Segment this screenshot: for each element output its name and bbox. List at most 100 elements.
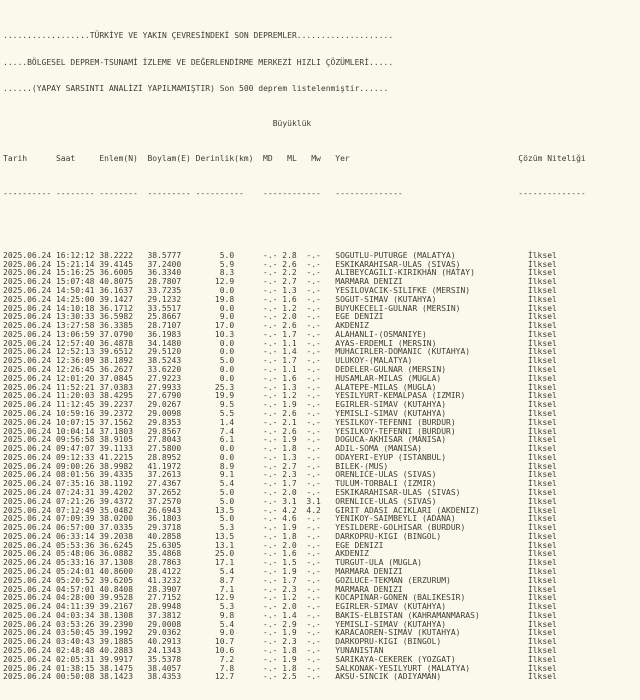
date-cell: 2025.06.24 xyxy=(3,672,52,682)
depth-cell: 5.4 xyxy=(219,619,235,629)
place-cell: DARKOPRU-KIGI (BINGOL) xyxy=(335,531,442,541)
depth-cell: 5.4 xyxy=(219,567,235,576)
earthquake-row: 2025.06.24 04:03:34 38.1308 37.3812 9.8 -.- 1.… xyxy=(3,610,640,621)
mw-cell: -.- xyxy=(306,540,321,550)
latitude-cell: 36.0882 xyxy=(99,549,134,559)
quality-cell: İlksel xyxy=(527,567,557,576)
place-cell: DARKOPRU-KIGI (BINGOL) xyxy=(335,637,442,647)
ml-cell: 2.3 xyxy=(282,584,297,594)
place-cell: MARMARA DENIZI xyxy=(335,567,403,576)
ml-cell: 4.6 xyxy=(282,514,297,524)
ml-cell: 1.2 xyxy=(282,593,297,603)
ml-cell: 1.8 xyxy=(282,531,297,541)
longitude-cell: 26.6943 xyxy=(147,505,182,515)
longitude-cell: 27.7152 xyxy=(147,593,182,603)
ml-cell: 2.3 xyxy=(282,637,297,647)
mw-cell: 4.2 xyxy=(306,505,321,515)
longitude-cell: 28.7863 xyxy=(147,558,182,568)
latitude-cell: 39.1992 xyxy=(99,628,134,638)
md-cell: -.- xyxy=(263,505,278,515)
date-cell: 2025.06.24 xyxy=(3,637,52,647)
place-cell: KOCAPINAR-GONEN (BALIKESIR) xyxy=(335,593,466,603)
longitude-cell: 28.4122 xyxy=(147,567,182,576)
place-cell: YEMISLI-SIMAV (KUTAHYA) xyxy=(335,619,447,629)
ruler-magnitudes: ------------ xyxy=(263,189,321,199)
table-header-ruler: ---------- -------- -------- --------- -----… xyxy=(3,190,640,199)
quality-cell: İlksel xyxy=(527,575,557,585)
mw-cell: -.- xyxy=(306,602,321,612)
ruler-date: ---------- xyxy=(3,189,52,199)
column-header-ml: ML xyxy=(287,154,297,164)
quality-cell: İlksel xyxy=(527,531,557,541)
md-cell: -.- xyxy=(263,654,278,664)
mw-cell: -.- xyxy=(306,593,321,603)
place-cell: SARIKAYA-CEKEREK (YOZGAT) xyxy=(335,654,456,664)
mw-cell: -.- xyxy=(306,523,321,533)
time-cell: 05:48:06 xyxy=(55,549,95,559)
latitude-cell: 40.8600 xyxy=(99,567,134,576)
page-title: ..................TÜRKİYE VE YAKIN ÇEVRE… xyxy=(3,31,394,41)
md-cell: -.- xyxy=(263,619,278,629)
md-cell: -.- xyxy=(263,637,278,647)
table-header-row: Tarih Saat Enlem(N) Boylam(E) Derinlik(km) MD… xyxy=(3,154,640,164)
md-cell: -.- xyxy=(263,663,278,673)
date-cell: 2025.06.24 xyxy=(3,487,52,497)
md-cell: -.- xyxy=(263,549,278,559)
latitude-cell: 39.9917 xyxy=(99,654,134,664)
earthquake-row: 2025.06.24 02:05:31 39.9917 35.5378 7.2 -.- 1.… xyxy=(3,654,640,665)
quality-cell: İlksel xyxy=(527,514,557,524)
md-cell: -.- xyxy=(263,567,278,576)
depth-cell: 5.3 xyxy=(219,602,235,612)
ruler-quality: -------------- xyxy=(518,189,586,199)
md-cell: -.- xyxy=(263,610,278,620)
longitude-cell: 35.5378 xyxy=(147,654,182,664)
depth-cell: 9.8 xyxy=(219,610,235,620)
depth-cell: 5.0 xyxy=(219,487,235,497)
date-cell: 2025.06.24 xyxy=(3,549,52,559)
ml-cell: 3.1 xyxy=(282,496,297,506)
place-cell: ESKIKARAHISAR-ULAS (SIVAS) xyxy=(335,487,461,497)
ml-cell: 1.4 xyxy=(282,610,297,620)
earthquake-row: 2025.06.24 03:53:26 39.2390 29.0008 5.4 -.- 2.… xyxy=(3,619,640,630)
quality-cell: İlksel xyxy=(527,637,557,647)
earthquake-row: 2025.06.24 02:48:48 40.2883 24.1343 10.6 -.- 1… xyxy=(3,646,640,656)
ruler-depth: ---------- xyxy=(195,189,244,199)
earthquake-row: 2025.06.24 05:53:36 36.6245 25.6305 13.1 -.- 2… xyxy=(3,540,640,551)
date-cell: 2025.06.24 xyxy=(3,654,52,664)
md-cell: -.- xyxy=(263,531,278,541)
longitude-cell: 28.3907 xyxy=(147,584,182,594)
time-cell: 05:24:01 xyxy=(55,567,95,576)
depth-cell: 8.7 xyxy=(219,575,235,585)
depth-cell: 7.8 xyxy=(219,663,235,673)
mw-cell: -.- xyxy=(306,514,321,524)
column-header-date: Tarih xyxy=(3,154,28,164)
earthquake-row: 2025.06.24 00:50:08 38.1423 38.4353 12.7 -.- 2… xyxy=(3,673,640,682)
md-cell: -.- xyxy=(263,558,278,568)
latitude-cell: 39.2038 xyxy=(99,531,134,541)
earthquake-row: 2025.06.24 07:24:31 39.4202 37.2652 5.0 -.- 2.… xyxy=(3,487,640,498)
md-cell: -.- xyxy=(263,514,278,524)
depth-cell: 7.1 xyxy=(219,584,235,594)
time-cell: 06:33:14 xyxy=(55,531,95,541)
md-cell: -.- xyxy=(263,646,278,656)
latitude-cell: 38.0200 xyxy=(99,514,134,524)
date-cell: 2025.06.24 xyxy=(3,593,52,603)
quality-cell: İlksel xyxy=(527,619,557,629)
earthquake-row: 2025.06.24 04:28:00 39.9528 27.7152 12.9 -.- 1… xyxy=(3,594,640,603)
place-cell: EGE DENIZI xyxy=(335,540,384,550)
column-header-latitude: Enlem(N) xyxy=(99,154,138,164)
date-cell: 2025.06.24 xyxy=(3,610,52,620)
mw-cell: 3.1 xyxy=(306,496,321,506)
time-cell: 05:20:52 xyxy=(55,575,95,585)
time-cell: 04:11:39 xyxy=(55,602,95,612)
ml-cell: 2.5 xyxy=(282,672,297,682)
latitude-cell: 39.4372 xyxy=(99,496,134,506)
mw-cell: -.- xyxy=(306,637,321,647)
quality-cell: İlksel xyxy=(527,672,557,682)
depth-cell: 25.0 xyxy=(214,549,235,559)
longitude-cell: 38.4353 xyxy=(147,672,182,682)
ml-cell: 2.9 xyxy=(282,619,297,629)
longitude-cell: 40.2858 xyxy=(147,531,182,541)
earthquake-row: 2025.06.24 01:38:15 38.1475 38.4057 7.8 -.- 1.… xyxy=(3,663,640,674)
ruler-longitude: --------- xyxy=(147,189,191,199)
